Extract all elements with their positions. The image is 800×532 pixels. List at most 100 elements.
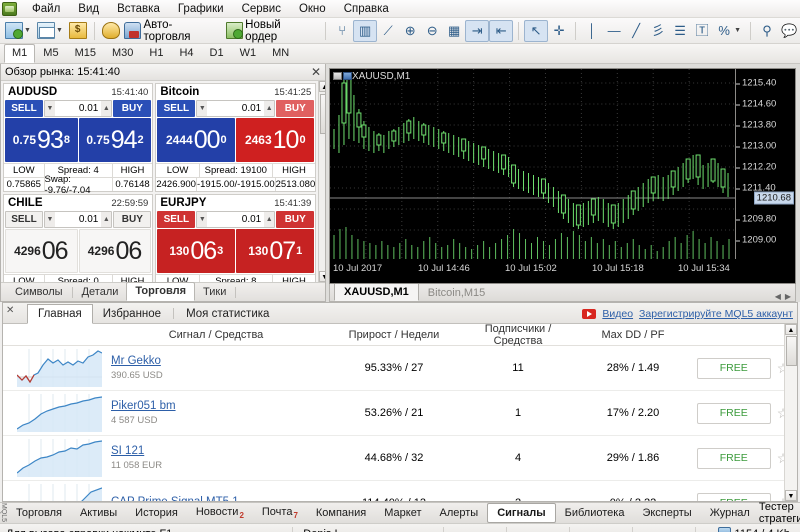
subscribe-button[interactable]: FREE: [696, 357, 771, 379]
table-row[interactable]: SI 121 11 058 EUR 44.68% / 32 4 29% / 1.…: [3, 436, 797, 481]
bottom-tab-trading[interactable]: Торговля: [7, 504, 71, 522]
volume-down-icon[interactable]: ▼: [45, 212, 55, 227]
chevron-down-icon[interactable]: ▼: [56, 27, 63, 34]
scrollbar-thumb[interactable]: [319, 94, 325, 134]
volume-up-icon[interactable]: ▲: [101, 101, 112, 116]
menu-item-charts[interactable]: Графики: [169, 1, 233, 17]
scroll-up-icon[interactable]: ▲: [785, 324, 797, 335]
volume-down-icon[interactable]: ▼: [197, 212, 208, 227]
search-button[interactable]: ⚲: [756, 20, 778, 42]
bid-price[interactable]: 0.75 93 8: [5, 118, 78, 162]
bid-price[interactable]: 130 06 3: [157, 229, 236, 273]
sell-button[interactable]: SELL: [5, 100, 43, 117]
ask-price[interactable]: 130 07 1: [236, 229, 315, 273]
video-link[interactable]: Видео: [602, 308, 633, 320]
timeframe-m30[interactable]: M30: [104, 44, 141, 63]
chevron-down-icon[interactable]: ▼: [24, 27, 31, 34]
bottom-tab-mail[interactable]: Почта7: [253, 503, 307, 523]
volume-down-icon[interactable]: ▼: [197, 101, 208, 116]
subscribe-button[interactable]: FREE: [696, 402, 771, 424]
bottom-tab-history[interactable]: История: [126, 504, 187, 522]
profiles-button[interactable]: ▼: [35, 20, 67, 42]
line-chart-button[interactable]: ⟋: [377, 20, 399, 42]
menu-item-insert[interactable]: Вставка: [108, 1, 169, 17]
volume-up-icon[interactable]: ▲: [264, 212, 275, 227]
buy-button[interactable]: BUY: [276, 211, 315, 228]
cursor-button[interactable]: ↖: [524, 19, 549, 42]
register-mql5-link[interactable]: Зарегистрируйте MQL5 аккаунт: [639, 308, 793, 320]
ask-price[interactable]: 0.75 94 2: [78, 118, 152, 162]
table-row[interactable]: Mr Gekko 390.65 USD 95.33% / 27 11 28% /…: [3, 346, 797, 391]
buy-button[interactable]: BUY: [276, 100, 315, 117]
bottom-tab-company[interactable]: Компания: [307, 504, 375, 522]
zoom-out-button[interactable]: ⊖: [421, 20, 443, 42]
timeframe-m15[interactable]: M15: [67, 44, 104, 63]
table-row[interactable]: Piker051 bm 4 587 USD 53.26% / 21 1 17% …: [3, 391, 797, 436]
volume-stepper[interactable]: ▼ 0.01 ▲: [44, 100, 113, 117]
timeframe-m1[interactable]: M1: [4, 44, 36, 63]
subscribe-button[interactable]: FREE: [696, 447, 771, 469]
mw-tab-details[interactable]: Детали: [74, 284, 127, 301]
youtube-icon[interactable]: [582, 309, 597, 319]
sell-button[interactable]: SELL: [5, 211, 43, 228]
autotrade-button[interactable]: Авто-торговля: [122, 19, 224, 43]
chevron-left-icon[interactable]: ◀: [775, 292, 781, 301]
chevron-right-icon[interactable]: ▶: [785, 292, 791, 301]
signal-name-link[interactable]: Mr Gekko: [111, 355, 329, 367]
hline-button[interactable]: —: [603, 20, 625, 42]
bid-price[interactable]: 4296 06: [5, 229, 78, 273]
volume-down-icon[interactable]: ▼: [45, 101, 55, 116]
bottom-tab-experts[interactable]: Эксперты: [633, 504, 700, 522]
bottom-tab-market[interactable]: Маркет: [375, 504, 430, 522]
menu-item-window[interactable]: Окно: [290, 1, 335, 17]
market-watch-scrollbar[interactable]: ▲ ▼: [318, 81, 325, 282]
sell-button[interactable]: SELL: [157, 100, 196, 117]
chevron-down-icon[interactable]: ▼: [734, 27, 741, 34]
chart-tab-bitcoin[interactable]: Bitcoin,M15: [419, 285, 494, 301]
close-icon[interactable]: ✕: [6, 305, 14, 316]
sell-button[interactable]: SELL: [157, 211, 196, 228]
volume-up-icon[interactable]: ▲: [264, 101, 275, 116]
menu-item-help[interactable]: Справка: [335, 1, 398, 17]
strategy-tester-label[interactable]: Тестер стратегий: [759, 501, 800, 525]
close-icon[interactable]: ✕: [311, 66, 321, 78]
bar-chart-button[interactable]: ⑂: [331, 20, 353, 42]
chart-shift-button[interactable]: ⇥: [465, 19, 490, 42]
quote-cell-eurjpy[interactable]: EURJPY 15:41:39 SELL ▼ 0.01 ▲ BUY 130 06…: [155, 194, 317, 282]
crosshair-button[interactable]: ✛: [548, 20, 570, 42]
hand-button[interactable]: [100, 20, 122, 42]
volume-stepper[interactable]: ▼ 0.01 ▲: [44, 211, 113, 228]
volume-up-icon[interactable]: ▲: [101, 212, 112, 227]
text-button[interactable]: 🅃: [691, 20, 713, 42]
buy-button[interactable]: BUY: [113, 100, 152, 117]
scrollbar-thumb[interactable]: [785, 336, 797, 366]
scroll-up-icon[interactable]: ▲: [319, 81, 325, 92]
scroll-down-icon[interactable]: ▼: [319, 271, 325, 282]
volume-stepper[interactable]: ▼ 0.01 ▲: [196, 100, 276, 117]
new-order-button[interactable]: Новый ордер: [224, 19, 321, 43]
price-chart[interactable]: XAUUSD,M1 1215.40 1214.60 1213.80 1213.0…: [329, 68, 796, 284]
mw-tab-symbols[interactable]: Символы: [7, 284, 71, 301]
bottom-tab-assets[interactable]: Активы: [71, 504, 126, 522]
subscribe-button[interactable]: FREE: [696, 492, 771, 501]
vline-button[interactable]: │: [581, 20, 603, 42]
chat-button[interactable]: 💬: [778, 20, 800, 42]
chart-tab-nav[interactable]: ◀ ▶: [775, 292, 795, 301]
grid-button[interactable]: ▦: [443, 20, 465, 42]
mw-tab-ticks[interactable]: Тики: [195, 284, 234, 301]
mw-tab-trading[interactable]: Торговля: [126, 282, 196, 301]
timeframe-mn[interactable]: MN: [264, 44, 297, 63]
auto-scroll-button[interactable]: ⇤: [489, 19, 514, 42]
buy-button[interactable]: BUY: [113, 211, 152, 228]
signal-name-link[interactable]: SI 121: [111, 445, 329, 457]
bottom-tab-alerts[interactable]: Алерты: [430, 504, 487, 522]
quote-cell-bitcoin[interactable]: Bitcoin 15:41:25 SELL ▼ 0.01 ▲ BUY 2444 …: [155, 83, 317, 192]
objects-button[interactable]: % ▼: [713, 20, 745, 42]
volume-stepper[interactable]: ▼ 0.01 ▲: [196, 211, 276, 228]
accounts-button[interactable]: [67, 20, 89, 42]
bid-price[interactable]: 2444 00 0: [157, 118, 236, 162]
bottom-tab-journal[interactable]: Журнал: [701, 504, 759, 522]
table-row[interactable]: CAP Prime Signal MT5 1 114.40% / 12 2 0%…: [3, 481, 797, 501]
zoom-in-button[interactable]: ⊕: [399, 20, 421, 42]
quote-cell-audusd[interactable]: AUDUSD 15:41:40 SELL ▼ 0.01 ▲ BUY 0.75 9…: [3, 83, 154, 196]
